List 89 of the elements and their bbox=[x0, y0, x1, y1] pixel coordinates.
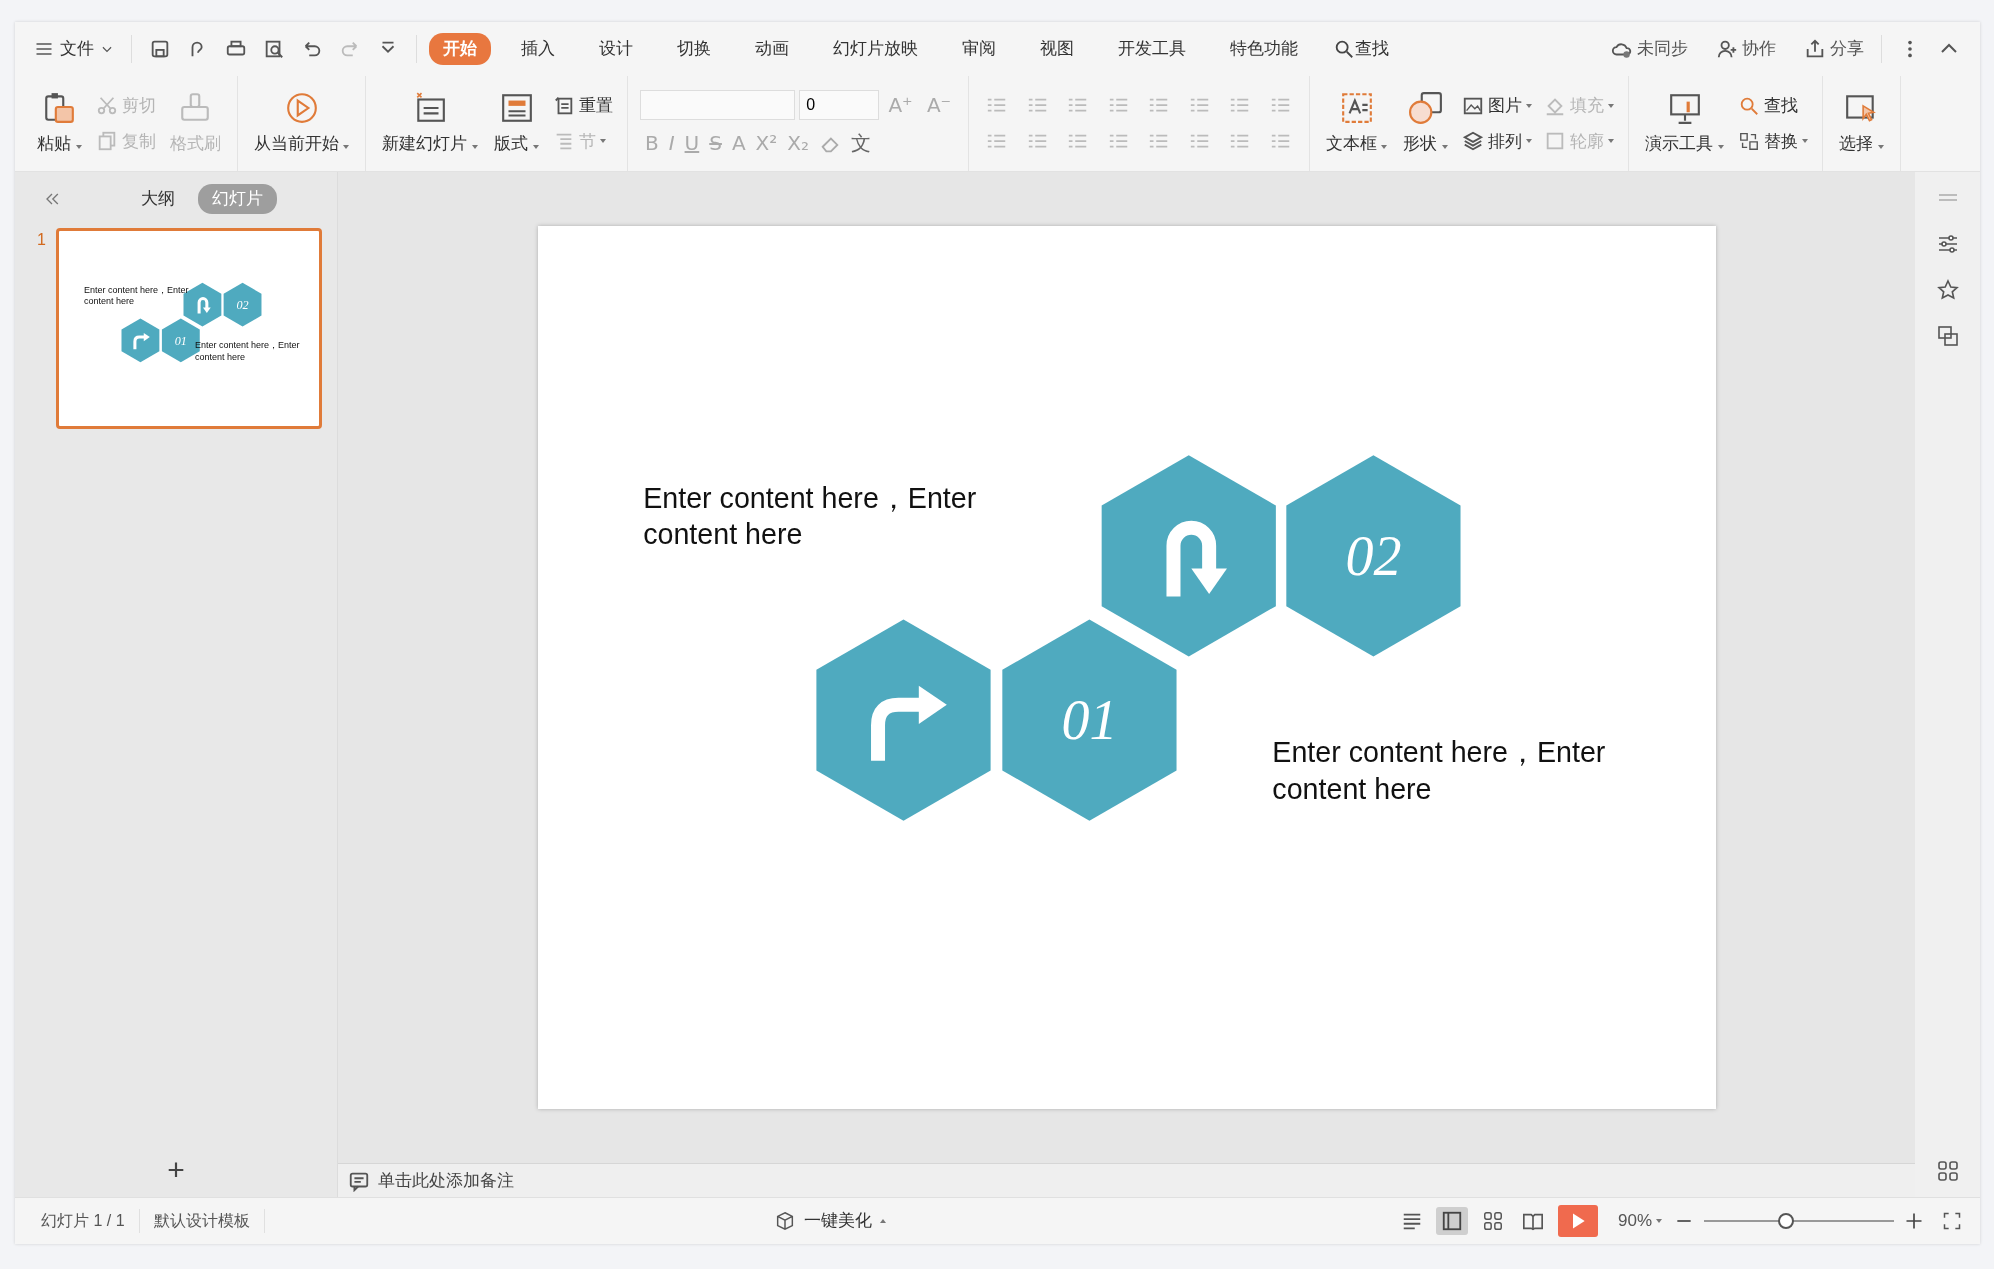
caret-icon bbox=[1526, 103, 1533, 108]
menu-tab[interactable]: 动画 bbox=[741, 33, 803, 65]
grid-icon[interactable] bbox=[1935, 1159, 1960, 1183]
add-slide-button[interactable]: + bbox=[162, 1153, 190, 1187]
ribbon-button[interactable]: 形状 bbox=[1399, 88, 1453, 159]
menu-tab[interactable]: 特色功能 bbox=[1216, 33, 1312, 65]
reset-icon bbox=[552, 94, 575, 117]
scissors-icon bbox=[95, 94, 118, 117]
ribbon-button[interactable]: 替换 bbox=[1735, 128, 1810, 154]
caret-icon bbox=[880, 1219, 887, 1223]
slide-number: 1 bbox=[37, 229, 46, 250]
menu-tab[interactable]: 插入 bbox=[507, 33, 569, 65]
toolbar-button[interactable]: 协作 bbox=[1711, 34, 1781, 64]
ribbon-button[interactable]: 重置 bbox=[550, 93, 615, 119]
star-icon[interactable] bbox=[1935, 278, 1960, 302]
font-name-field[interactable] bbox=[639, 89, 795, 120]
clipboard-icon bbox=[42, 90, 77, 125]
play-icon bbox=[284, 90, 319, 125]
grid-icon[interactable] bbox=[1482, 1210, 1504, 1232]
search-button[interactable]: 查找 bbox=[1328, 34, 1394, 64]
caret-icon bbox=[1717, 144, 1724, 149]
menu-tab[interactable]: 设计 bbox=[585, 33, 647, 65]
caret-icon bbox=[599, 139, 606, 144]
hexagon bbox=[223, 282, 262, 327]
turn-right-arrow-icon bbox=[133, 332, 150, 349]
body-text: Enter content here，Enter content here bbox=[1272, 735, 1607, 808]
u-turn-arrow-icon bbox=[1165, 521, 1227, 597]
caret-icon bbox=[1608, 139, 1615, 144]
file-menu[interactable]: 文件 bbox=[29, 34, 119, 64]
beautify-button[interactable]: 一键美化 bbox=[772, 1208, 889, 1234]
ribbon-button[interactable]: 新建幻灯片 bbox=[378, 88, 483, 159]
fit-screen-icon[interactable] bbox=[1942, 1211, 1962, 1231]
caret-icon bbox=[1877, 144, 1884, 149]
ribbon-button[interactable]: 演示工具 bbox=[1641, 88, 1728, 159]
menu-tab[interactable]: 视图 bbox=[1026, 33, 1088, 65]
step-number: 02 bbox=[236, 297, 249, 312]
turn-right-arrow-icon bbox=[870, 685, 947, 762]
phonetic-guide-button[interactable]: 文 bbox=[846, 127, 877, 158]
layers-icon bbox=[1462, 130, 1485, 153]
plus-icon[interactable] bbox=[1904, 1211, 1924, 1231]
print-preview-icon[interactable] bbox=[263, 38, 285, 60]
ribbon-button[interactable]: 查找 bbox=[1735, 93, 1810, 119]
menu-tab[interactable]: 幻灯片放映 bbox=[819, 33, 932, 65]
caret-icon bbox=[532, 144, 539, 149]
person-add-icon bbox=[1716, 38, 1738, 60]
caret-icon bbox=[1656, 1219, 1662, 1223]
hexagon bbox=[121, 318, 160, 362]
caret-icon bbox=[1526, 139, 1533, 144]
ribbon-button[interactable]: 选择 bbox=[1834, 88, 1888, 159]
caret-icon bbox=[75, 144, 82, 149]
caret-icon bbox=[1608, 103, 1615, 108]
ribbon-button[interactable]: 图片 bbox=[1460, 93, 1535, 119]
ribbon-button[interactable]: 版式 bbox=[490, 88, 543, 159]
textbox-icon bbox=[1339, 90, 1374, 125]
play-slideshow-button[interactable] bbox=[1558, 1205, 1598, 1237]
ribbon-button[interactable]: 文本框 bbox=[1321, 88, 1392, 159]
step-number: 01 bbox=[174, 333, 187, 348]
slide-counter: 幻灯片 1 / 1 bbox=[27, 1209, 140, 1233]
shapes-icon bbox=[1408, 90, 1443, 125]
caret-icon bbox=[1381, 144, 1388, 149]
menu-tab[interactable]: 开发工具 bbox=[1104, 33, 1200, 65]
search-icon bbox=[1333, 38, 1355, 60]
body-text: Enter content here，Enter content here bbox=[643, 480, 978, 553]
normal-view-icon[interactable] bbox=[1441, 1210, 1464, 1232]
panel-tab[interactable]: 大纲 bbox=[127, 184, 189, 214]
caret-icon bbox=[343, 144, 350, 149]
share-icon bbox=[1804, 38, 1826, 60]
toolbar-button[interactable]: 未同步 bbox=[1606, 34, 1693, 64]
template-name: 默认设计模板 bbox=[139, 1209, 265, 1233]
zoom-slider-thumb[interactable] bbox=[1777, 1213, 1794, 1229]
menu-tab[interactable]: 审阅 bbox=[948, 33, 1010, 65]
caret-icon bbox=[472, 144, 479, 149]
toolbar-button[interactable]: 分享 bbox=[1799, 34, 1869, 64]
step-number: 02 bbox=[1344, 525, 1401, 588]
notes-placeholder[interactable]: 单击此处添加备注 bbox=[378, 1167, 514, 1194]
step-number: 01 bbox=[1060, 689, 1117, 752]
caret-icon bbox=[1801, 139, 1808, 144]
font-size-field[interactable]: 0 bbox=[799, 89, 880, 120]
caret-icon bbox=[1442, 144, 1449, 149]
u-turn-arrow-icon bbox=[197, 296, 211, 314]
duplicate-icon[interactable] bbox=[1935, 324, 1960, 348]
menu-tab[interactable]: 切换 bbox=[663, 33, 725, 65]
replace-icon bbox=[1737, 130, 1760, 153]
ribbon-button[interactable]: 排列 bbox=[1460, 128, 1535, 154]
zoom-level-dropdown[interactable]: 90% bbox=[1616, 1208, 1664, 1234]
ribbon-button[interactable]: 粘贴 bbox=[33, 88, 86, 159]
body-text: Enter content here，Enter content here bbox=[83, 284, 190, 308]
ribbon-button[interactable]: 从当前开始 bbox=[249, 88, 354, 159]
save-icon[interactable] bbox=[149, 38, 171, 60]
